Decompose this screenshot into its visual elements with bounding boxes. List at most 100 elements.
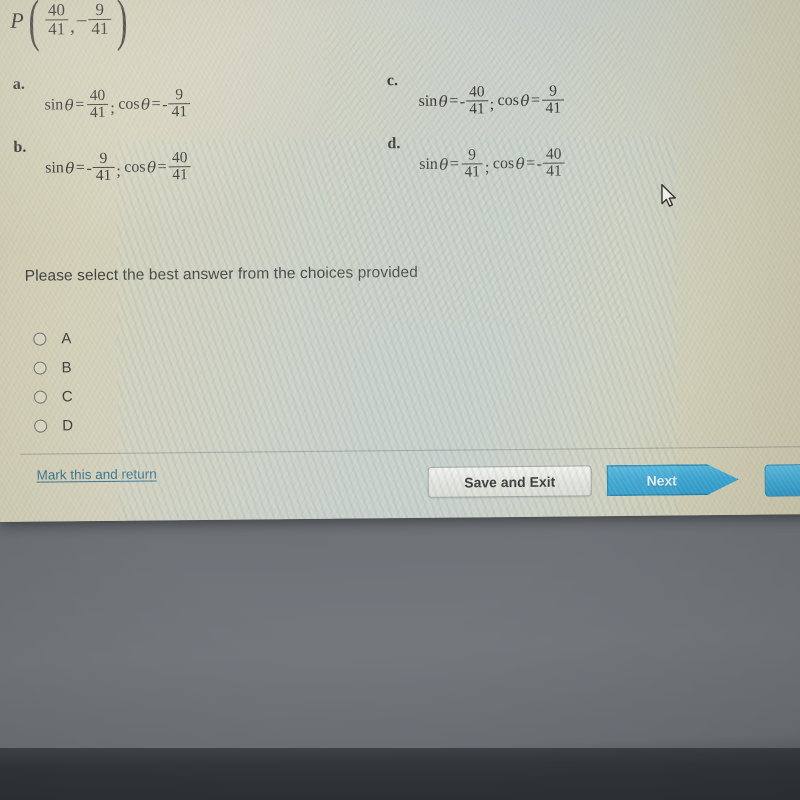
radio-label-c: C xyxy=(61,388,73,406)
choice-c-sin-num: 40 xyxy=(468,83,485,101)
point-y-numerator: 9 xyxy=(95,0,105,20)
mouse-cursor-icon xyxy=(660,183,678,214)
choice-c-sin-theta: θ xyxy=(438,92,448,112)
choice-a-sin-label: sin xyxy=(44,96,64,114)
open-paren: ( xyxy=(28,0,41,53)
radio-circle-icon[interactable] xyxy=(34,419,48,433)
radio-circle-icon[interactable] xyxy=(33,390,47,404)
mark-this-and-return-link[interactable]: Mark this and return xyxy=(37,466,157,482)
choice-a-sin-den: 41 xyxy=(86,103,109,121)
choice-c-cos-label: cos xyxy=(497,92,519,110)
point-y-sign: – xyxy=(76,9,87,31)
choice-c-body: sin θ = - 40 41 ; cos θ = 9 41 xyxy=(417,82,565,119)
point-comma: , xyxy=(70,16,75,38)
choice-a-cos-den: 41 xyxy=(168,102,191,120)
point-expression: P ( 40 41 , – 9 41 ) xyxy=(10,0,132,53)
screen-area: P ( 40 41 , – 9 41 ) a. sin θ = 40 41 ; … xyxy=(0,0,800,522)
choice-c-sin-den: 41 xyxy=(466,100,488,117)
point-y-fraction: 9 41 xyxy=(88,0,112,38)
choice-d-sin-theta: θ xyxy=(439,155,449,175)
choice-a-sin-fraction: 40 41 xyxy=(86,86,109,121)
choice-a-body: sin θ = 40 41 ; cos θ = - 9 41 xyxy=(43,86,191,122)
point-x-denominator: 41 xyxy=(45,18,69,38)
toolbar-divider xyxy=(20,446,800,455)
choice-a-cos-theta: θ xyxy=(141,95,151,114)
choice-d-cos-theta: θ xyxy=(515,155,525,174)
bezel-bottom-strip xyxy=(0,748,800,800)
choice-b-semicolon: ; xyxy=(116,163,121,181)
choice-d-sin-den: 41 xyxy=(461,163,484,180)
answer-radio-group: A B C D xyxy=(33,324,73,440)
choice-a-letter: a. xyxy=(12,75,25,93)
point-label: P xyxy=(10,7,24,34)
instruction-text: Please select the best answer from the c… xyxy=(24,263,419,285)
choice-b-cos-fraction: 40 41 xyxy=(169,149,191,183)
choice-b-sin-fraction: 9 41 xyxy=(92,149,115,184)
choice-d-cos-num: 40 xyxy=(545,145,562,163)
choice-d-sin-label: sin xyxy=(419,156,438,174)
choice-d-body: sin θ = 9 41 ; cos θ = - 40 41 xyxy=(418,145,566,182)
choice-a-cos-sign: - xyxy=(162,96,168,114)
choice-c-sin-label: sin xyxy=(418,93,438,111)
choice-c-cos-den: 41 xyxy=(542,99,565,117)
radio-option-b[interactable]: B xyxy=(33,353,72,382)
choice-a-cos-equals: = xyxy=(151,95,161,113)
choice-c-cos-fraction: 9 41 xyxy=(542,82,565,117)
choice-d-cos-equals: = xyxy=(526,155,536,173)
radio-option-a[interactable]: A xyxy=(33,324,72,353)
choice-a-cos-label: cos xyxy=(118,95,140,114)
point-x-fraction: 40 41 xyxy=(45,0,69,38)
choice-c-cos-equals: = xyxy=(530,92,541,110)
choice-c-semicolon: ; xyxy=(489,96,495,114)
choice-d-cos-fraction: 40 41 xyxy=(543,145,565,180)
choice-b-sin-theta: θ xyxy=(65,159,75,178)
radio-label-a: A xyxy=(61,330,72,348)
radio-circle-icon[interactable] xyxy=(33,332,47,346)
radio-option-d[interactable]: D xyxy=(34,411,73,440)
choice-b-sin-equals: = xyxy=(75,159,86,177)
choice-a-cos-fraction: 9 41 xyxy=(168,86,191,120)
choice-d-letter: d. xyxy=(387,135,401,153)
radio-circle-icon[interactable] xyxy=(33,361,47,375)
partial-offscreen-button[interactable] xyxy=(764,464,800,497)
point-y-denominator: 41 xyxy=(88,18,112,38)
choice-b-body: sin θ = - 9 41 ; cos θ = 40 41 xyxy=(44,149,192,185)
choice-b-sin-label: sin xyxy=(45,159,64,177)
quiz-page: P ( 40 41 , – 9 41 ) a. sin θ = 40 41 ; … xyxy=(0,0,800,522)
point-x-numerator: 40 xyxy=(47,0,66,20)
next-button[interactable]: Next xyxy=(607,464,739,496)
choice-d-sin-equals: = xyxy=(449,155,459,173)
close-paren: ) xyxy=(116,0,128,52)
choice-d-cos-sign: - xyxy=(536,156,543,174)
choice-c-letter: c. xyxy=(386,72,399,90)
save-and-exit-button[interactable]: Save and Exit xyxy=(427,465,592,498)
choice-a-sin-num: 40 xyxy=(89,86,106,105)
screenshot-root: P ( 40 41 , – 9 41 ) a. sin θ = 40 41 ; … xyxy=(0,0,800,800)
choice-d-cos-label: cos xyxy=(492,155,515,173)
choice-b-sin-den: 41 xyxy=(92,166,115,184)
choice-a-sin-equals: = xyxy=(75,96,85,114)
choice-d-cos-den: 41 xyxy=(543,162,565,180)
choice-b-sin-sign: - xyxy=(86,160,92,178)
radio-option-c[interactable]: C xyxy=(33,382,73,411)
radio-label-d: D xyxy=(62,417,74,435)
choice-c-sin-sign: - xyxy=(459,93,466,111)
choice-b-cos-label: cos xyxy=(124,158,146,177)
choice-b-cos-num: 40 xyxy=(171,149,188,167)
choice-c-cos-theta: θ xyxy=(520,92,530,111)
choice-c-cos-num: 9 xyxy=(549,82,558,100)
choice-d-sin-fraction: 9 41 xyxy=(461,146,484,180)
choice-c-sin-equals: = xyxy=(449,92,459,110)
choice-b-cos-theta: θ xyxy=(146,158,157,177)
choice-b-cos-den: 41 xyxy=(169,165,191,183)
choice-b-sin-num: 9 xyxy=(99,149,108,167)
choice-a-sin-theta: θ xyxy=(64,96,74,115)
choice-c-sin-fraction: 40 41 xyxy=(466,83,488,117)
choice-b-cos-equals: = xyxy=(157,158,167,176)
choice-d-sin-num: 9 xyxy=(468,146,477,164)
choice-d-semicolon: ; xyxy=(484,159,490,177)
radio-label-b: B xyxy=(61,359,72,377)
choice-a-semicolon: ; xyxy=(110,100,115,118)
choice-a-cos-num: 9 xyxy=(175,86,184,104)
choice-b-letter: b. xyxy=(13,138,27,156)
